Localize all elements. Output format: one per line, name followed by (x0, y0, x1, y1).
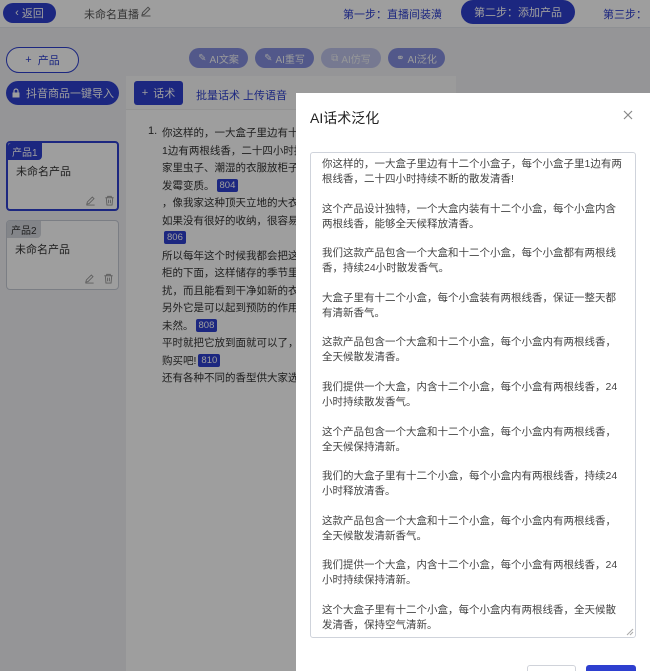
generalized-paragraph: 我们提供一个大盒，内含十二个小盒，每个小盒有两根线香，24小时持续散发香气。 (322, 380, 618, 408)
generalized-paragraph: 这个产品设计独特，一个大盒内装有十二个小盒，每个小盒内含两根线香，能够全天候释放… (322, 202, 616, 230)
generalized-paragraph: 我们提供一个大盒，内含十二个小盒，每个小盒有两根线香，24小时持续保持清新。 (322, 559, 618, 587)
ai-generalize-dialog: AI话术泛化 你这样的，一大盒子里边有十二个小盒子，每个小盒子里1边有两根线香，… (296, 93, 650, 671)
close-icon[interactable] (622, 109, 634, 121)
generalized-paragraph: 这款产品包含一个大盒和十二个小盒，每个小盒内有两根线香，全天候散发清香。 (322, 336, 616, 364)
generalized-paragraph: 大盒子里有十二个小盒，每个小盒装有两根线香，保证一整天都有清新香气。 (322, 291, 616, 319)
generalized-paragraph: 我们这款产品包含一个大盒和十二个小盒，每个小盒都有两根线香，持续24小时散发香气… (322, 247, 616, 275)
resize-handle-icon[interactable] (626, 628, 634, 636)
generalized-paragraph: 这个大盒子里有十二个小盒，每个小盒内有两根线香，全天候散发清香，保持空气清新。 (322, 603, 616, 631)
paragraph-list: 你这样的，一大盒子里边有十二个小盒子，每个小盒子里1边有两根线香，二十四小时持续… (311, 153, 635, 633)
dialog-title: AI话术泛化 (310, 110, 380, 126)
generalized-paragraph: 你这样的，一大盒子里边有十二个小盒子，每个小盒子里1边有两根线香，二十四小时持续… (322, 158, 622, 185)
generalized-paragraph: 我们的大盒子里有十二个小盒，每个小盒内有两根线香，持续24小时释放清香。 (322, 470, 618, 498)
confirm-button[interactable] (586, 665, 636, 671)
generalized-paragraph: 这个产品包含一个大盒和十二个小盒，每个小盒内有两根线香，全天候保持清新。 (322, 425, 616, 453)
generalized-paragraph: 这款产品包含一个大盒和十二个小盒，每个小盒内有两根线香，全天候散发清新香气。 (322, 514, 616, 542)
cancel-button[interactable] (527, 665, 576, 671)
generalized-script-textarea[interactable]: 你这样的，一大盒子里边有十二个小盒子，每个小盒子里1边有两根线香，二十四小时持续… (310, 152, 636, 638)
